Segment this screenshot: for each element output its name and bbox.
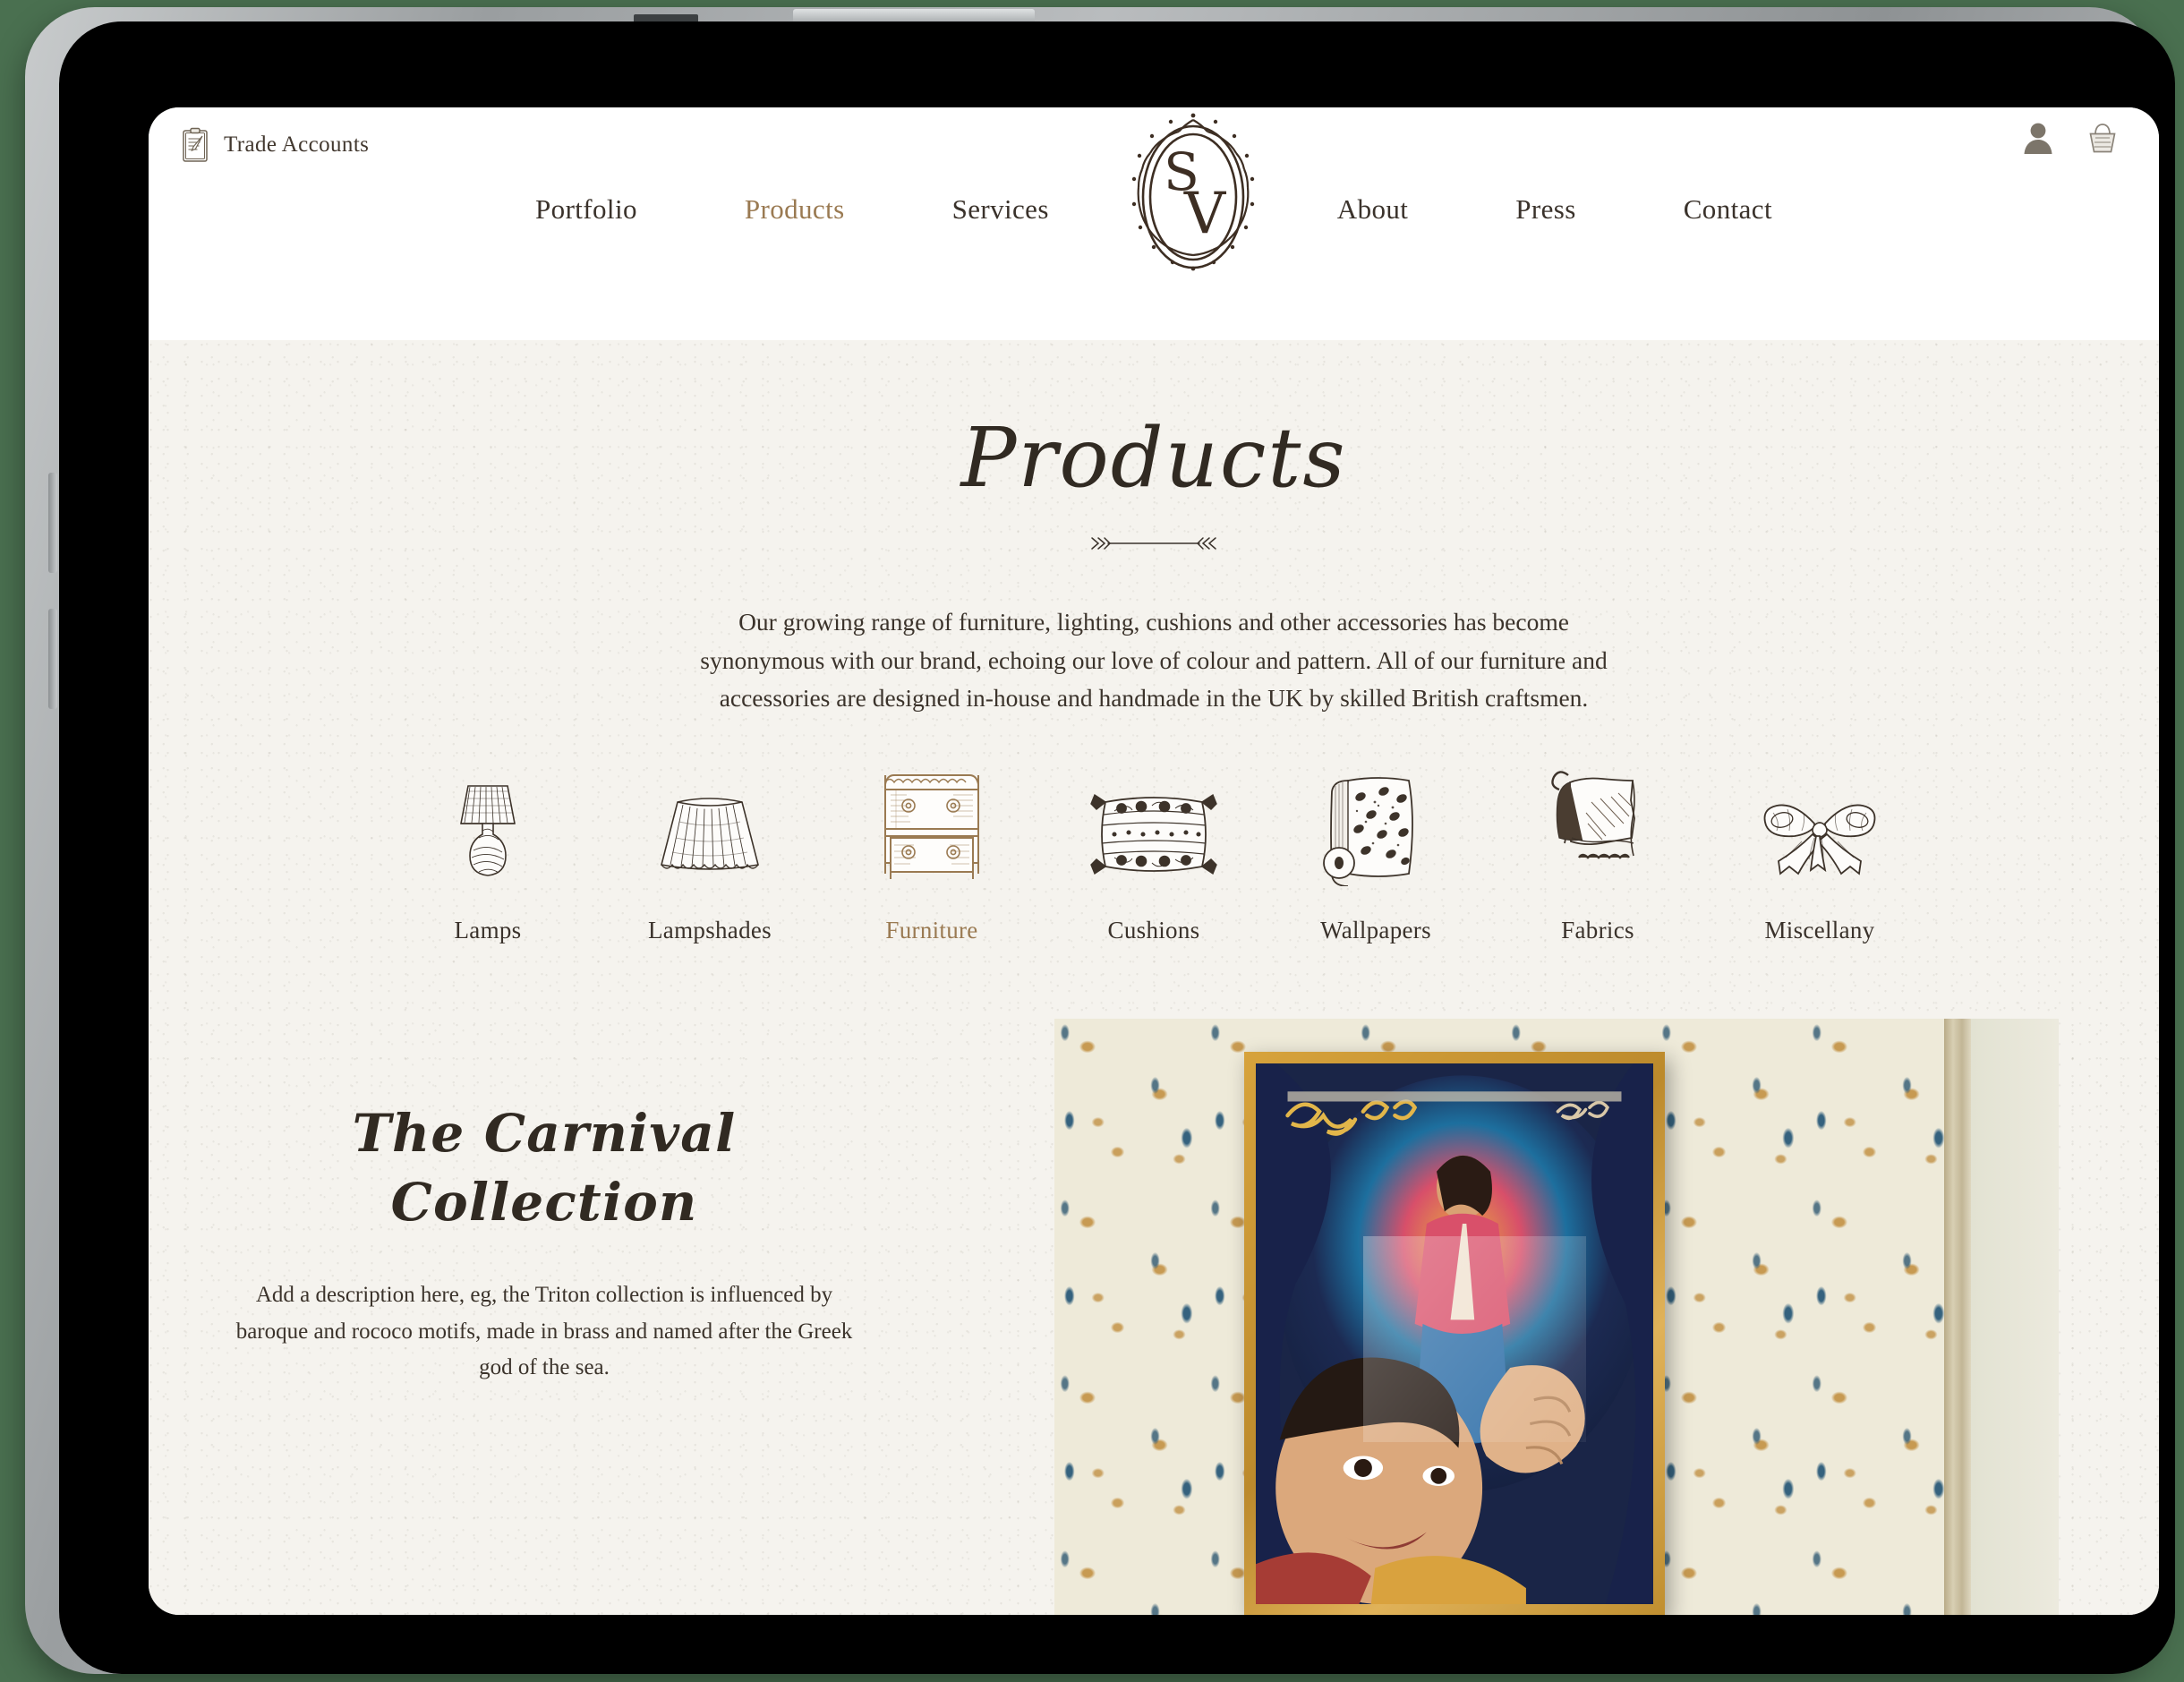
- collection-section: The Carnival Collection Add a descriptio…: [149, 1019, 2159, 1615]
- nav-item-about[interactable]: About: [1337, 193, 1409, 226]
- fabric-swatch-icon: [1487, 761, 1709, 886]
- category-label: Lamps: [454, 917, 522, 943]
- device-screen: Trade Accounts Portfolio Products Servic…: [59, 21, 2175, 1674]
- collection-title-line-2: Collection: [390, 1171, 698, 1233]
- nav-group-left: Portfolio Products Services: [482, 193, 1103, 226]
- page-body: Products Our growing range of furniture,…: [149, 340, 2159, 1615]
- category-label: Fabrics: [1561, 917, 1634, 943]
- category-item-miscellany[interactable]: Miscellany: [1709, 761, 1931, 944]
- side-table-icon: [821, 761, 1043, 886]
- nav-item-products[interactable]: Products: [745, 193, 845, 226]
- nav-group-right: About Press Contact: [1284, 193, 1826, 226]
- category-item-furniture[interactable]: Furniture: [821, 761, 1043, 944]
- category-label: Lampshades: [648, 917, 772, 943]
- category-item-lamps[interactable]: Lamps: [377, 761, 599, 944]
- nav-item-services[interactable]: Services: [952, 193, 1049, 226]
- category-item-fabrics[interactable]: Fabrics: [1487, 761, 1709, 944]
- site-header: Trade Accounts Portfolio Products Servic…: [149, 107, 2159, 340]
- category-label: Miscellany: [1764, 917, 1875, 943]
- category-label: Wallpapers: [1320, 917, 1431, 943]
- cushion-icon: [1043, 761, 1265, 886]
- hero-section: Products Our growing range of furniture,…: [149, 340, 2159, 718]
- collection-photo: [1054, 1019, 2059, 1615]
- nav-item-press[interactable]: Press: [1515, 193, 1575, 226]
- adjacent-wall-panel: [1971, 1019, 2059, 1615]
- main-navigation: Portfolio Products Services S V About Pr…: [149, 107, 2159, 340]
- nav-item-contact[interactable]: Contact: [1684, 193, 1772, 226]
- category-item-cushions[interactable]: Cushions: [1043, 761, 1265, 944]
- header-utility-icons: [2021, 120, 2120, 156]
- product-category-strip: Lamps Lampshades Furniture Cushions Wall…: [149, 761, 2159, 944]
- page-title: Products: [960, 410, 1347, 506]
- account-person-icon[interactable]: [2021, 120, 2055, 156]
- shopping-basket-icon[interactable]: [2086, 120, 2120, 156]
- collection-description: Add a description here, eg, the Triton c…: [235, 1283, 853, 1380]
- logo-letter-v: V: [1183, 181, 1227, 247]
- category-item-wallpapers[interactable]: Wallpapers: [1265, 761, 1487, 944]
- tablet-device-bezel: Trade Accounts Portfolio Products Servic…: [25, 7, 2175, 1674]
- website-page: Trade Accounts Portfolio Products Servic…: [149, 107, 2159, 1615]
- screenshot-scene: Trade Accounts Portfolio Products Servic…: [0, 0, 2184, 1682]
- nav-item-portfolio[interactable]: Portfolio: [535, 193, 637, 226]
- ribbon-bow-icon: [1709, 761, 1931, 886]
- table-lamp-icon: [377, 761, 599, 886]
- lampshade-icon: [599, 761, 821, 886]
- collection-text-block: The Carnival Collection Add a descriptio…: [231, 1099, 857, 1387]
- vintage-film-poster-artwork: [1256, 1063, 1653, 1604]
- collection-title: The Carnival Collection: [231, 1099, 857, 1236]
- collection-title-line-1: The Carnival: [352, 1103, 737, 1164]
- hero-description: Our growing range of furniture, lighting…: [700, 608, 1608, 713]
- brand-logo-sv-monogram[interactable]: S V: [1117, 107, 1269, 286]
- category-label: Furniture: [885, 917, 978, 943]
- double-arrow-divider-icon: [149, 532, 2159, 555]
- gold-picture-frame: [1244, 1052, 1665, 1615]
- wallpaper-roll-icon: [1265, 761, 1487, 886]
- volume-down-button[interactable]: [48, 609, 57, 709]
- category-label: Cushions: [1107, 917, 1200, 943]
- wall-corner-moulding: [1944, 1019, 1971, 1615]
- category-item-lampshades[interactable]: Lampshades: [599, 761, 821, 944]
- volume-up-button[interactable]: [48, 473, 57, 573]
